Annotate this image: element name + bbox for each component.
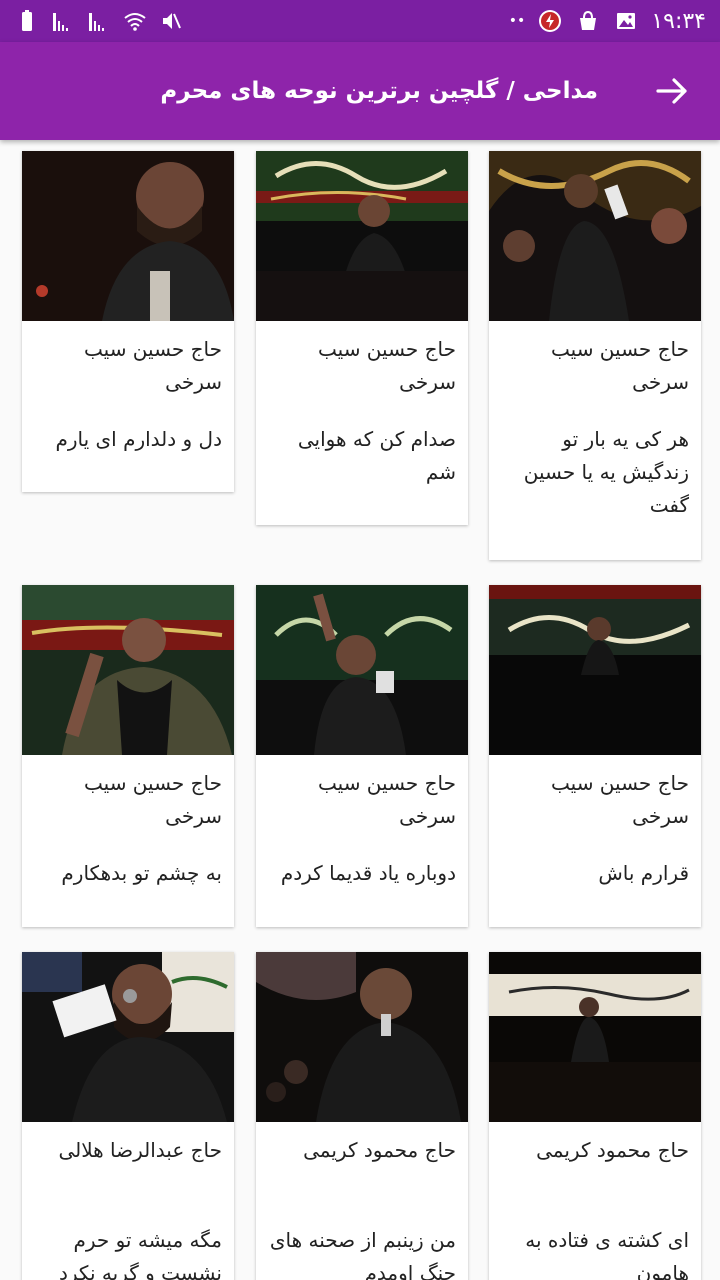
list-item[interactable]: حاج محمود کریمی ای کشته ی فتاده به هامون bbox=[489, 952, 701, 1280]
track-title: مگه میشه تو حرم نشست و گریه نکرد bbox=[58, 1228, 222, 1280]
status-left-icons bbox=[14, 9, 184, 33]
gallery-icon bbox=[613, 9, 639, 33]
mute-icon bbox=[158, 9, 184, 33]
artist-name: حاج محمود کریمی bbox=[536, 1138, 689, 1162]
list-item[interactable]: حاج حسین سیب سرخی به چشم تو بدهکارم bbox=[22, 585, 234, 927]
track-title: به چشم تو بدهکارم bbox=[61, 861, 222, 885]
artist-name: حاج حسین سیب سرخی bbox=[551, 771, 689, 828]
list-item[interactable]: حاج حسین سیب سرخی دل و دلدارم ای یارم bbox=[22, 151, 234, 492]
list-item[interactable]: حاج عبدالرضا هلالی مگه میشه تو حرم نشست … bbox=[22, 952, 234, 1280]
track-title: قرارم باش bbox=[598, 861, 689, 885]
thumbnail-image bbox=[256, 585, 468, 755]
artist-name: حاج حسین سیب سرخی bbox=[318, 771, 456, 828]
artist-name: حاج عبدالرضا هلالی bbox=[58, 1138, 222, 1162]
status-dots: •• bbox=[508, 13, 526, 29]
thumbnail-image bbox=[22, 151, 234, 321]
artist-name: حاج حسین سیب سرخی bbox=[84, 771, 222, 828]
content-grid: حاج حسین سیب سرخی هر کی یه بار تو زندگیش… bbox=[0, 140, 720, 1280]
thumbnail-image bbox=[22, 585, 234, 755]
track-title: دل و دلدارم ای یارم bbox=[55, 427, 222, 451]
shopping-bag-icon bbox=[575, 9, 601, 33]
list-item[interactable]: حاج حسین سیب سرخی صدام کن که هوایی شم bbox=[256, 151, 468, 525]
artist-name: حاج محمود کریمی bbox=[303, 1138, 456, 1162]
list-item[interactable]: حاج محمود کریمی من زینبم از صحنه های جنگ… bbox=[256, 952, 468, 1280]
back-button[interactable] bbox=[652, 71, 692, 111]
track-title: دوباره یاد قدیما کردم bbox=[280, 861, 456, 885]
signal-icon bbox=[50, 9, 76, 33]
thumbnail-image bbox=[489, 952, 701, 1122]
list-item[interactable]: حاج حسین سیب سرخی هر کی یه بار تو زندگیش… bbox=[489, 151, 701, 560]
wifi-icon bbox=[122, 9, 148, 33]
artist-name: حاج حسین سیب سرخی bbox=[551, 337, 689, 394]
page-title: مداحی / گلچین برترین نوحه های محرم bbox=[160, 78, 598, 104]
list-item[interactable]: حاج حسین سیب سرخی دوباره یاد قدیما کردم bbox=[256, 585, 468, 927]
status-bar: •• ۱۹:۳۴ bbox=[0, 0, 720, 42]
status-right-icons: •• ۱۹:۳۴ bbox=[509, 9, 706, 34]
track-title: هر کی یه بار تو زندگیش یه یا حسین گفت bbox=[523, 427, 689, 517]
app-bar: مداحی / گلچین برترین نوحه های محرم bbox=[0, 42, 720, 140]
thumbnail-image bbox=[489, 151, 701, 321]
signal-icon-2 bbox=[86, 9, 112, 33]
thumbnail-image bbox=[256, 952, 468, 1122]
track-title: ای کشته ی فتاده به هامون bbox=[525, 1228, 689, 1280]
power-saver-icon bbox=[537, 9, 563, 33]
thumbnail-image bbox=[256, 151, 468, 321]
status-time: ۱۹:۳۴ bbox=[651, 8, 706, 34]
thumbnail-image bbox=[489, 585, 701, 755]
thumbnail-image bbox=[22, 952, 234, 1122]
list-item[interactable]: حاج حسین سیب سرخی قرارم باش bbox=[489, 585, 701, 927]
track-title: من زینبم از صحنه های جنگ اومدم bbox=[269, 1228, 456, 1280]
arrow-right-icon bbox=[656, 78, 687, 104]
artist-name: حاج حسین سیب سرخی bbox=[318, 337, 456, 394]
track-title: صدام کن که هوایی شم bbox=[297, 427, 456, 484]
battery-icon bbox=[14, 9, 40, 33]
artist-name: حاج حسین سیب سرخی bbox=[84, 337, 222, 394]
